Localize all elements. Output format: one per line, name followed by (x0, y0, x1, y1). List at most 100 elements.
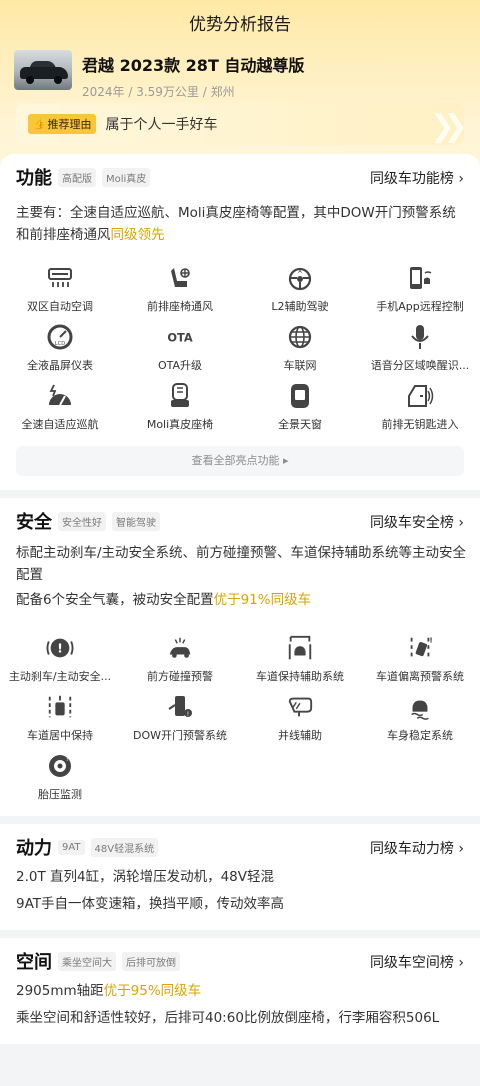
feature-item[interactable]: 前方碰撞预警 (120, 634, 240, 693)
feature-item[interactable]: 车联网 (240, 323, 360, 382)
safety-rank-link[interactable]: 同级车安全榜 › (370, 512, 464, 532)
reason-tag-label: 推荐理由 (47, 118, 92, 131)
power-chip: 9AT (58, 839, 85, 855)
function-title: 功能 (16, 168, 52, 189)
feature-item[interactable]: 双区自动空调 (0, 264, 120, 323)
tire-icon: ! (46, 752, 74, 780)
see-all-features-button[interactable]: 查看全部亮点功能 ▸ (16, 446, 464, 476)
feature-item[interactable]: 全速自适应巡航 (0, 382, 120, 441)
stability-icon (406, 693, 434, 721)
feature-item[interactable]: 车身稳定系统 (360, 693, 480, 752)
leather-seat-icon (166, 382, 194, 410)
function-section: 功能 高配版 Moli真皮 同级车功能榜 › 主要有：全速自适应巡航、Moli真… (0, 154, 480, 490)
feature-label: 主动刹车/主动安全... (8, 670, 112, 683)
space-chip: 乘坐空间大 (58, 951, 116, 971)
steering-wheel-icon: A (286, 264, 314, 292)
svg-text:LCD: LCD (55, 341, 65, 347)
lane-depart-icon: ! (406, 634, 434, 662)
feature-label: OTA升级 (157, 359, 203, 372)
safety-title: 安全 (16, 512, 52, 533)
feature-item[interactable]: ! DOW开门预警系统 (120, 693, 240, 752)
collision-icon (166, 634, 194, 662)
power-title: 动力 (16, 838, 52, 859)
recommend-reason: 👍 推荐理由 属于个人一手好车 ❯❯ (16, 103, 464, 145)
chevrons-decoration-icon: ❯❯ (429, 109, 464, 144)
svg-text:OTA: OTA (167, 330, 193, 344)
svg-text:A: A (298, 269, 302, 275)
safety-airbag-description: 配备6个安全气囊，被动安全配置优于91%同级车 (16, 592, 312, 608)
mirror-icon (286, 693, 314, 721)
feature-item[interactable]: 车道居中保持 (0, 693, 120, 752)
feature-label: 前方碰撞预警 (147, 670, 213, 683)
section-divider (0, 930, 480, 938)
feature-label: 并线辅助 (278, 729, 322, 742)
space-section: 空间 乘坐空间大 后排可放倒 同级车空间榜 › 2905mm轴距优于95%同级车… (0, 938, 480, 1044)
feature-item[interactable]: 语音分区域唤醒识... (360, 323, 480, 382)
reason-text: 属于个人一手好车 (105, 117, 218, 133)
reason-tag: 👍 推荐理由 (28, 114, 97, 134)
feature-item[interactable]: 手机App远程控制 (360, 264, 480, 323)
feature-label: DOW开门预警系统 (132, 729, 227, 742)
feature-label: Moli真皮座椅 (146, 418, 214, 431)
feature-item[interactable]: 并线辅助 (240, 693, 360, 752)
car-meta: 2024年 / 3.59万公里 / 郑州 (82, 85, 235, 99)
function-description: 主要有：全速自适应巡航、Moli真皮座椅等配置，其中DOW开门预警系统和前排座椅… (16, 205, 456, 243)
feature-label: L2辅助驾驶 (271, 300, 329, 313)
thumbs-up-icon: 👍 (33, 118, 46, 130)
feature-label: 车道偏离预警系统 (376, 670, 464, 683)
svg-text:!: ! (187, 711, 189, 718)
feature-item[interactable]: 前排座椅通风 (120, 264, 240, 323)
svg-text:!: ! (66, 756, 68, 763)
function-chip: 高配版 (58, 167, 96, 187)
power-rank-link[interactable]: 同级车动力榜 › (370, 838, 464, 858)
feature-label: 全速自适应巡航 (21, 418, 99, 431)
space-chip: 后排可放倒 (122, 951, 180, 971)
feature-label: 车道居中保持 (27, 729, 93, 742)
feature-item[interactable]: 前排无钥匙进入 (360, 382, 480, 441)
car-summary: 君越 2023款 28T 自动越尊版 2024年 / 3.59万公里 / 郑州 (14, 50, 304, 100)
feature-label: 车道保持辅助系统 (256, 670, 344, 683)
feature-label: 全液晶屏仪表 (27, 359, 93, 372)
power-section: 动力 9AT 48V轻混系统 同级车动力榜 › 2.0T 直列4缸，涡轮增压发动… (0, 824, 480, 930)
lane-keep-icon (286, 634, 314, 662)
feature-label: 语音分区域唤醒识... (370, 359, 470, 372)
safety-chip: 安全性好 (58, 511, 106, 531)
feature-item[interactable]: 车道保持辅助系统 (240, 634, 360, 693)
section-divider (0, 816, 480, 824)
function-rank-link[interactable]: 同级车功能榜 › (370, 168, 464, 188)
gauge-icon: LCD (46, 323, 74, 351)
feature-item[interactable]: ! 胎压监测 (0, 752, 120, 811)
feature-item[interactable]: LCD 全液晶屏仪表 (0, 323, 120, 382)
globe-icon (286, 323, 314, 351)
feature-item[interactable]: ! 主动刹车/主动安全... (0, 634, 120, 693)
section-divider (0, 490, 480, 498)
climate-icon (46, 264, 74, 292)
function-chip: Moli真皮 (102, 167, 151, 187)
safety-description: 标配主动刹车/主动安全系统、前方碰撞预警、车道保持辅助系统等主动安全配置 (16, 545, 467, 583)
page-title: 优势分析报告 (189, 15, 291, 35)
microphone-icon (406, 323, 434, 351)
space-title: 空间 (16, 952, 52, 973)
feature-item[interactable]: ! 车道偏离预警系统 (360, 634, 480, 693)
feature-label: 车身稳定系统 (387, 729, 453, 742)
cruise-icon (46, 382, 74, 410)
feature-label: 手机App远程控制 (376, 300, 464, 313)
safety-section: 安全 安全性好 智能驾驶 同级车安全榜 › 标配主动刹车/主动安全系统、前方碰撞… (0, 498, 480, 816)
feature-label: 全景天窗 (278, 418, 322, 431)
feature-item[interactable]: Moli真皮座椅 (120, 382, 240, 441)
dow-icon: ! (166, 693, 194, 721)
feature-label: 前排座椅通风 (147, 300, 213, 313)
feature-item[interactable]: 全景天窗 (240, 382, 360, 441)
feature-item[interactable]: A L2辅助驾驶 (240, 264, 360, 323)
space-rank-link[interactable]: 同级车空间榜 › (370, 952, 464, 972)
feature-label: 前排无钥匙进入 (381, 418, 459, 431)
phone-car-icon (406, 264, 434, 292)
function-feature-grid: 双区自动空调 前排座椅通风 A L2辅助驾驶 手机App远程控制 LCD 全液晶… (0, 264, 480, 441)
feature-item[interactable]: OTA OTA升级 (120, 323, 240, 382)
feature-label: 车联网 (283, 359, 317, 372)
car-thumbnail (14, 50, 72, 90)
svg-text:!: ! (57, 642, 63, 656)
svg-text:!: ! (429, 635, 432, 644)
feature-label: 双区自动空调 (27, 300, 93, 313)
sunroof-icon (286, 382, 314, 410)
